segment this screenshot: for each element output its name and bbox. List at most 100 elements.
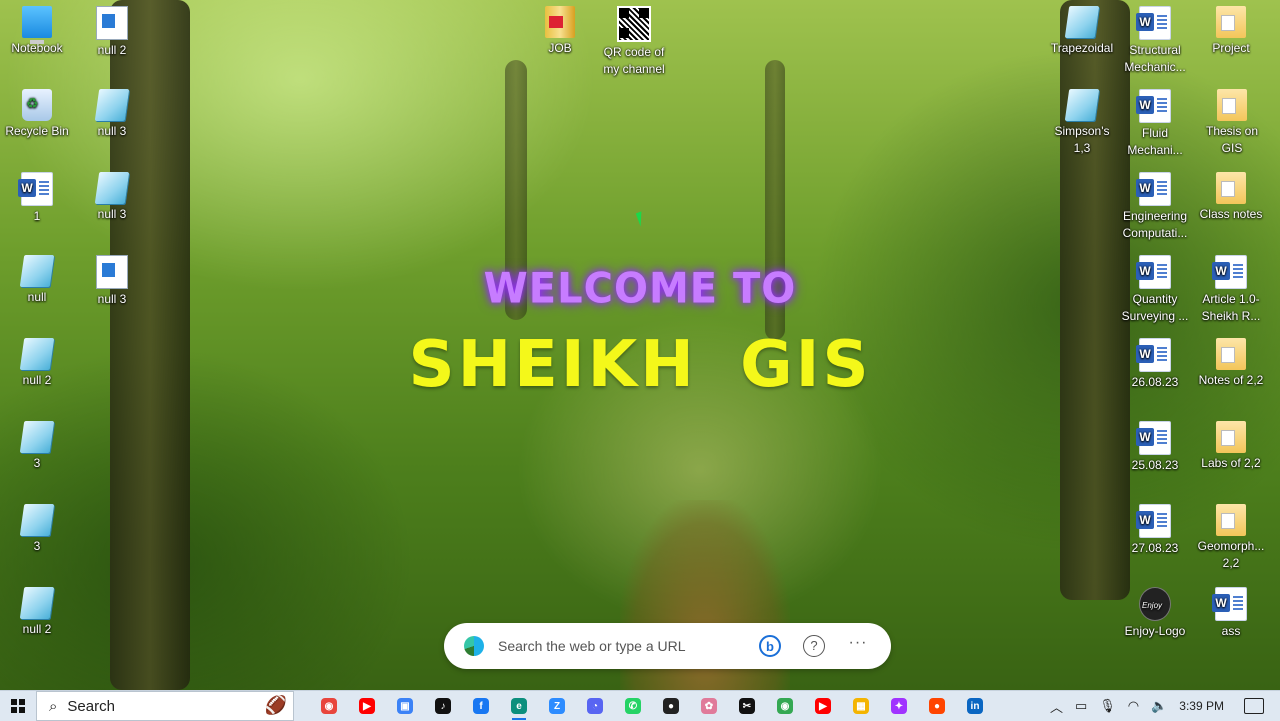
app-icon: [96, 255, 128, 289]
word-doc-icon: [1136, 421, 1171, 455]
note-icon: [19, 504, 55, 536]
taskbar-app-linkedin[interactable]: in: [956, 691, 994, 721]
desktop-icon-fluid[interactable]: Fluid Mechani...: [1120, 83, 1190, 159]
chrome-icon: ◉: [321, 698, 337, 714]
linkedin-icon: in: [967, 698, 983, 714]
web-search-input[interactable]: Search the web or type a URL: [498, 638, 759, 654]
taskbar-app-youtube[interactable]: ▶: [348, 691, 386, 721]
taskbar-app-chrome[interactable]: ◉: [766, 691, 804, 721]
start-button[interactable]: [0, 691, 36, 721]
whatsapp-icon: ✆: [625, 698, 641, 714]
desktop-icon-3b[interactable]: 3: [2, 498, 72, 555]
taskbar-app-edge[interactable]: e: [500, 691, 538, 721]
desktop-icon-null-3[interactable]: null 3: [77, 83, 147, 140]
desktop-icon-qr-code[interactable]: QR code of my channel: [597, 0, 671, 78]
chrome-icon: ◉: [777, 698, 793, 714]
taskbar-app-app[interactable]: ✿: [690, 691, 728, 721]
desktop: WELCOME TO SHEIKH GIS Notebook Recycle B…: [0, 0, 1280, 690]
desktop-icon-null-3b[interactable]: null 3: [77, 166, 147, 223]
youtube-icon: ▶: [815, 698, 831, 714]
app-icon: ▦: [853, 698, 869, 714]
taskbar-app-capcut[interactable]: ✂: [728, 691, 766, 721]
desktop-icon-notes-2-2[interactable]: Notes of 2,2: [1196, 332, 1266, 389]
taskbar-app-zoom[interactable]: Z: [538, 691, 576, 721]
taskbar-app-app[interactable]: ▣: [386, 691, 424, 721]
note-icon: [1064, 6, 1100, 38]
more-options-icon[interactable]: ···: [847, 635, 869, 657]
taskbar-app-chrome[interactable]: ◉: [310, 691, 348, 721]
taskbar: ⌕ Search 🏈 ◉ ▶ ▣ ♪ f e Z ◔ ✆ ● ✿ ✂ ◉ ▶ ▦ ✦ ● in ︿ ▭ 🎙 ◠ 🔈…: [0, 690, 1280, 721]
taskbar-search-box[interactable]: ⌕ Search 🏈: [36, 691, 294, 721]
taskbar-app-messenger[interactable]: ✦: [880, 691, 918, 721]
desktop-icon-job[interactable]: JOB: [525, 0, 595, 57]
bing-chat-icon[interactable]: b: [759, 635, 781, 657]
volume-icon[interactable]: 🔈: [1151, 698, 1167, 714]
desktop-icon-engineering[interactable]: Engineering Computati...: [1120, 166, 1190, 242]
desktop-icon-recycle-bin[interactable]: Recycle Bin: [2, 83, 72, 140]
discord-icon: ◔: [587, 698, 603, 714]
desktop-icon-thesis[interactable]: Thesis on GIS: [1194, 83, 1270, 157]
desktop-icon-null-2-app[interactable]: null 2: [77, 0, 147, 59]
chevron-up-icon[interactable]: ︿: [1050, 697, 1063, 716]
app-icon: [96, 6, 128, 40]
reddit-icon: ●: [929, 698, 945, 714]
notifications-icon[interactable]: [1244, 698, 1264, 714]
word-doc-icon: [18, 172, 53, 206]
pc-icon: [22, 6, 52, 44]
desktop-icon-class-notes[interactable]: Class notes: [1196, 166, 1266, 223]
desktop-icon-null[interactable]: null: [2, 249, 72, 306]
desktop-icon-simpsons[interactable]: Simpson's 1,3: [1047, 83, 1117, 157]
tiktok-icon: ♪: [435, 698, 451, 714]
desktop-icon-3[interactable]: 3: [2, 415, 72, 472]
taskbar-app-facebook[interactable]: f: [462, 691, 500, 721]
word-doc-icon: [1212, 587, 1247, 621]
zoom-icon: Z: [549, 698, 565, 714]
desktop-icon-article[interactable]: Article 1.0-Sheikh R...: [1196, 249, 1266, 325]
wifi-icon[interactable]: ◠: [1128, 698, 1139, 714]
taskbar-app-tiktok[interactable]: ♪: [424, 691, 462, 721]
desktop-icon-null-3-app[interactable]: null 3: [77, 249, 147, 308]
taskbar-app-app[interactable]: ●: [652, 691, 690, 721]
desktop-icon-25-08-23[interactable]: 25.08.23: [1120, 415, 1190, 474]
desktop-icon-quantity[interactable]: Quantity Surveying ...: [1120, 249, 1190, 325]
youtube-icon: ▶: [359, 698, 375, 714]
taskbar-app-reddit[interactable]: ●: [918, 691, 956, 721]
help-icon[interactable]: ?: [803, 635, 825, 657]
desktop-icon-null-2[interactable]: null 2: [2, 332, 72, 389]
microphone-icon[interactable]: 🎙: [1099, 698, 1116, 714]
taskbar-app-discord[interactable]: ◔: [576, 691, 614, 721]
desktop-icon-project[interactable]: Project: [1196, 0, 1266, 57]
word-doc-icon: [1136, 338, 1171, 372]
desktop-icon-1[interactable]: 1: [2, 166, 72, 225]
note-icon: [19, 255, 55, 287]
folder-icon: [1216, 172, 1246, 204]
battery-icon[interactable]: ▭: [1075, 698, 1087, 714]
desktop-icon-enjoy-logo[interactable]: Enjoy-Logo: [1120, 581, 1190, 640]
recycle-bin-icon: [22, 89, 52, 121]
desktop-icon-ass[interactable]: ass: [1196, 581, 1266, 640]
desktop-icon-structural[interactable]: Structural Mechanic...: [1120, 0, 1190, 76]
taskbar-app-app[interactable]: ▦: [842, 691, 880, 721]
taskbar-app-youtube[interactable]: ▶: [804, 691, 842, 721]
enjoy-logo-icon: [1139, 587, 1171, 621]
desktop-icon-trapezoidal[interactable]: Trapezoidal: [1047, 0, 1117, 57]
desktop-icon-27-08-23[interactable]: 27.08.23: [1120, 498, 1190, 557]
word-doc-icon: [1212, 255, 1247, 289]
web-search-bar[interactable]: Search the web or type a URL b ? ···: [444, 623, 891, 669]
note-icon: [94, 89, 130, 121]
desktop-icon-null-2b[interactable]: null 2: [2, 581, 72, 638]
desktop-icon-geomorph[interactable]: Geomorph... 2,2: [1196, 498, 1266, 572]
word-doc-icon: [1136, 504, 1171, 538]
book-icon: [545, 6, 575, 38]
folder-icon: [1216, 338, 1246, 370]
desktop-icon-26-08-23[interactable]: 26.08.23: [1120, 332, 1190, 391]
taskbar-pinned-apps: ◉ ▶ ▣ ♪ f e Z ◔ ✆ ● ✿ ✂ ◉ ▶ ▦ ✦ ● in: [310, 691, 994, 721]
taskbar-app-whatsapp[interactable]: ✆: [614, 691, 652, 721]
clock[interactable]: 3:39 PM: [1179, 699, 1224, 713]
edge-icon: e: [511, 698, 527, 714]
folder-icon: [1216, 6, 1246, 38]
word-doc-icon: [1136, 6, 1171, 40]
desktop-icon-labs-2-2[interactable]: Labs of 2,2: [1196, 415, 1266, 472]
desktop-icon-notebook[interactable]: Notebook: [2, 0, 72, 57]
note-icon: [19, 421, 55, 453]
